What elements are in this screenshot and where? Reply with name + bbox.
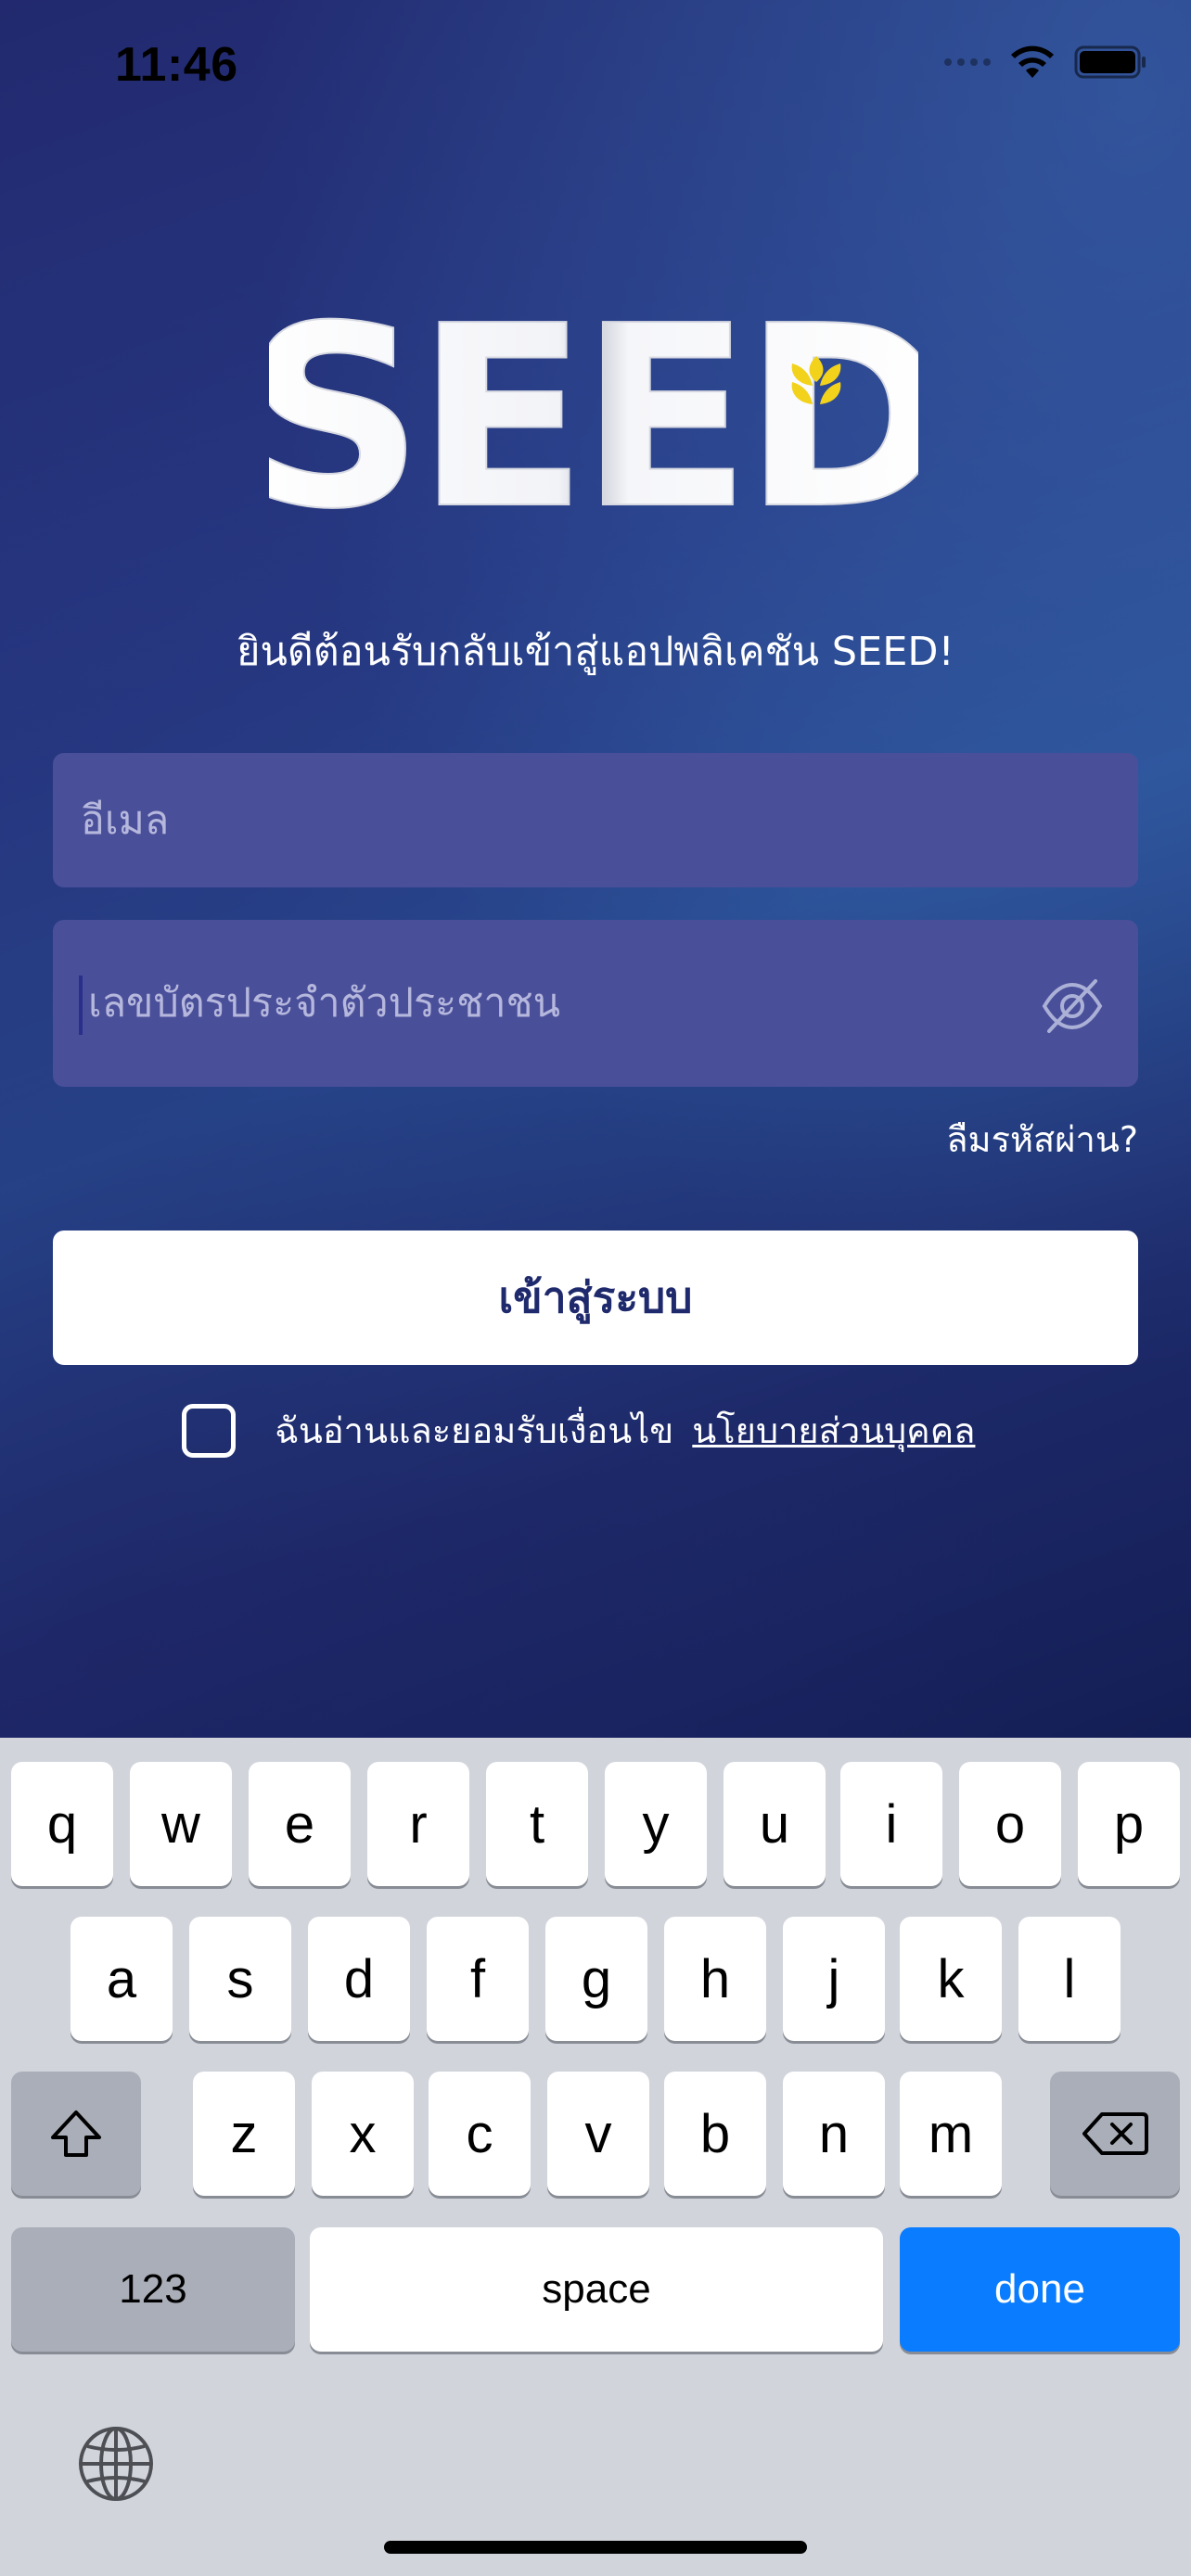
key-x[interactable]: x — [312, 2072, 414, 2196]
welcome-text: ยินดีต้อนรับกลับเข้าสู่แอปพลิเคชัน SEED! — [237, 629, 954, 675]
id-card-field[interactable] — [53, 920, 1138, 1087]
key-n[interactable]: n — [783, 2072, 885, 2196]
id-card-input[interactable] — [86, 920, 1027, 1087]
key-o[interactable]: o — [959, 1762, 1061, 1886]
key-m[interactable]: m — [900, 2072, 1002, 2196]
seed-logo: SEED — [269, 299, 918, 521]
backspace-icon — [1082, 2112, 1148, 2155]
shift-icon — [51, 2111, 101, 2157]
login-button[interactable]: เข้าสู่ระบบ — [53, 1231, 1138, 1365]
backspace-key[interactable] — [1050, 2072, 1180, 2196]
privacy-policy-link[interactable]: นโยบายส่วนบุคคล — [692, 1402, 975, 1459]
key-h[interactable]: h — [664, 1917, 766, 2041]
key-s[interactable]: s — [189, 1917, 291, 2041]
shift-key[interactable] — [11, 2072, 141, 2196]
key-k[interactable]: k — [900, 1917, 1002, 2041]
wifi-icon — [1011, 45, 1054, 78]
key-f[interactable]: f — [427, 1917, 529, 2041]
forgot-password-link[interactable]: ลืมรหัสผ่าน? — [946, 1111, 1138, 1167]
key-z[interactable]: z — [193, 2072, 295, 2196]
numbers-key[interactable]: 123 — [11, 2227, 295, 2352]
key-e[interactable]: e — [249, 1762, 351, 1886]
key-y[interactable]: y — [605, 1762, 707, 1886]
key-v[interactable]: v — [547, 2072, 649, 2196]
cellular-signal-icon — [944, 58, 991, 66]
consent-checkbox[interactable] — [182, 1403, 236, 1458]
key-u[interactable]: u — [724, 1762, 826, 1886]
key-w[interactable]: w — [130, 1762, 232, 1886]
text-caret — [79, 976, 83, 1035]
key-i[interactable]: i — [840, 1762, 942, 1886]
key-q[interactable]: q — [11, 1762, 113, 1886]
done-key[interactable]: done — [900, 2227, 1180, 2352]
key-c[interactable]: c — [429, 2072, 531, 2196]
key-j[interactable]: j — [783, 1917, 885, 2041]
consent-text: ฉันอ่านและยอมรับเงื่อนไข — [275, 1410, 674, 1451]
key-g[interactable]: g — [545, 1917, 647, 2041]
key-p[interactable]: p — [1078, 1762, 1180, 1886]
key-b[interactable]: b — [664, 2072, 766, 2196]
status-time: 11:46 — [115, 38, 238, 92]
email-field[interactable] — [53, 753, 1138, 887]
key-d[interactable]: d — [308, 1917, 410, 2041]
space-key[interactable]: space — [310, 2227, 883, 2352]
battery-icon — [1074, 45, 1146, 79]
keyboard: q w e r t y u i o p a s d f g h j k l z … — [0, 1738, 1191, 2576]
key-r[interactable]: r — [367, 1762, 469, 1886]
login-screen: 11:46 SEED ยินดีต้อนรับกลับเข้าสู่แอปพลิ… — [0, 0, 1191, 1738]
home-indicator — [384, 2541, 807, 2554]
status-icons — [944, 45, 1148, 80]
globe-icon[interactable] — [76, 2424, 156, 2504]
key-a[interactable]: a — [70, 1917, 173, 2041]
key-t[interactable]: t — [486, 1762, 588, 1886]
eye-slash-icon[interactable] — [1040, 974, 1105, 1039]
key-l[interactable]: l — [1018, 1917, 1121, 2041]
logo-text: SEED — [269, 299, 918, 521]
email-input[interactable] — [79, 753, 1027, 887]
consent-row: ฉันอ่านและยอมรับเงื่อนไข นโยบายส่วนบุคคล — [182, 1402, 975, 1459]
